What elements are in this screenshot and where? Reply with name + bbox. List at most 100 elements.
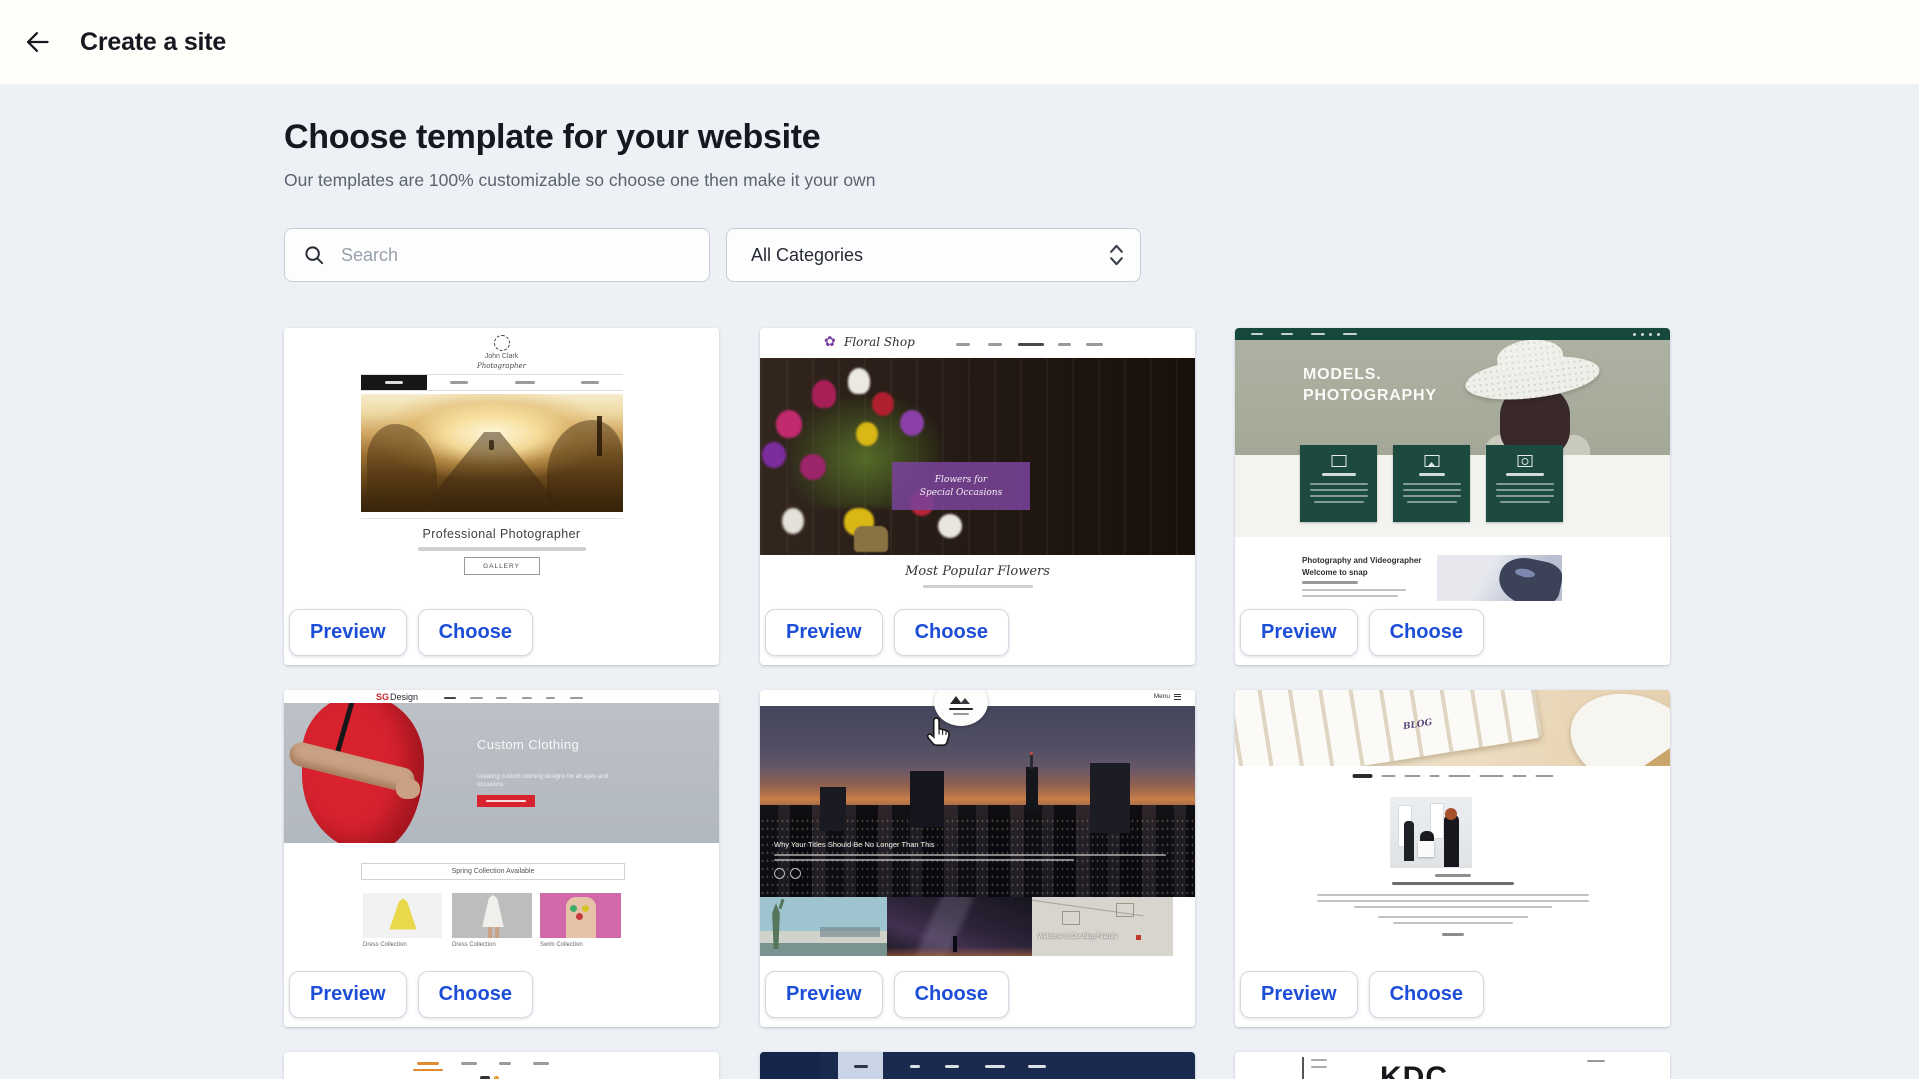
tile-text-placeholder (1496, 495, 1554, 497)
mountain-logo-icon (960, 698, 970, 704)
nav-label-placeholder (470, 697, 483, 699)
choose-button[interactable]: Choose (418, 971, 533, 1018)
card-actions: Preview Choose (284, 963, 719, 1027)
tulip-white (782, 508, 804, 534)
divider-line (1302, 1057, 1304, 1079)
create-site-page: Create a site Choose template for your w… (0, 0, 1919, 1079)
tile-text-placeholder (1403, 483, 1461, 485)
template-preview-floral[interactable]: ✿ Floral Shop (760, 328, 1195, 601)
template-preview-clothing[interactable]: SG Design Custom Clothing Creating custo… (284, 690, 719, 963)
divider (361, 518, 623, 519)
nav-label-placeholder-active (1352, 774, 1372, 778)
nav-label-placeholder (910, 1065, 920, 1068)
nav-label-placeholder (1311, 333, 1325, 335)
template-preview-partial-tabs[interactable] (284, 1052, 719, 1079)
read-link-placeholder (1442, 933, 1464, 936)
models-hero-image: MODELS. PHOTOGRAPHY (1235, 340, 1670, 455)
product-thumb-white-dress (452, 893, 532, 938)
social-icon (1649, 333, 1652, 336)
preview-button[interactable]: Preview (1240, 971, 1358, 1018)
skyline-strip (820, 927, 880, 937)
feature-tile-images (1393, 445, 1470, 522)
torch-arm-shape (779, 899, 785, 909)
tile-text-placeholder (1500, 501, 1550, 503)
template-preview-cityblog[interactable]: Menu Why Your Titles Should Be No Longer… (760, 690, 1195, 963)
card-actions: Preview Choose (1235, 601, 1670, 665)
thumb-caption: Dress Collection (363, 942, 407, 948)
tile-title-placeholder (1419, 473, 1445, 476)
text-placeholder (1302, 595, 1398, 597)
section-heading: Choose template for your website (284, 118, 820, 157)
preview-button[interactable]: Preview (765, 971, 883, 1018)
mini-nav (1235, 328, 1670, 340)
mouse-pad-shape (1558, 690, 1670, 766)
feature-tile-videography (1300, 445, 1377, 522)
template-preview-photographer[interactable]: John Clark Photographer Professional Pho… (284, 328, 719, 601)
template-preview-keyboardblog[interactable]: BLOG (1235, 690, 1670, 963)
category-selected-value: All Categories (751, 245, 863, 266)
mini-logo-role: Photographer (284, 362, 719, 370)
top-bar: Create a site (0, 0, 1919, 84)
sunset-field-hero-image (361, 394, 623, 512)
tile-title-placeholder (1506, 473, 1544, 476)
choose-button[interactable]: Choose (894, 971, 1009, 1018)
preview-button[interactable]: Preview (289, 609, 407, 656)
social-icon (1657, 333, 1660, 336)
camera-icon-lens (1521, 458, 1528, 465)
nav-label-placeholder (522, 697, 532, 699)
mini-banner: Spring Collection Available (361, 863, 625, 880)
template-preview-models[interactable]: MODELS. PHOTOGRAPHY (1235, 328, 1670, 601)
about-heading-1: Photography and Videographer (1302, 556, 1421, 565)
person-figure (1404, 821, 1414, 861)
bikini-dot (582, 905, 589, 912)
tab-label-placeholder (533, 1062, 549, 1065)
nav-label-placeholder (945, 1065, 959, 1068)
template-card-keyboardblog: BLOG (1235, 690, 1670, 1027)
text-placeholder (1311, 1059, 1327, 1061)
text-placeholder (1393, 922, 1513, 924)
search-input[interactable] (339, 244, 709, 267)
feature-tile-photography (1486, 445, 1563, 522)
text-placeholder (774, 854, 1166, 856)
lift-cabin (1062, 911, 1080, 925)
template-card-partial-kdc: KDC (1235, 1052, 1670, 1079)
text-placeholder (1317, 900, 1589, 902)
choose-button[interactable]: Choose (1369, 971, 1484, 1018)
category-select[interactable]: All Categories (726, 228, 1141, 282)
mini-logo-name: John Clark (284, 353, 719, 360)
card-actions: Preview Choose (760, 601, 1195, 665)
choose-button[interactable]: Choose (894, 609, 1009, 656)
face-shadow-shape (1495, 555, 1562, 601)
back-button[interactable] (18, 24, 54, 60)
nav-label-placeholder (956, 343, 970, 346)
template-preview-partial-kdc[interactable]: KDC (1235, 1052, 1670, 1079)
hero-cta-button (477, 795, 535, 807)
mini-nav (361, 374, 623, 391)
choose-button[interactable]: Choose (418, 609, 533, 656)
preview-button[interactable]: Preview (765, 609, 883, 656)
preview-button[interactable]: Preview (289, 971, 407, 1018)
mini-site-title: Professional Photographer (284, 527, 719, 541)
hand-shape (396, 779, 420, 799)
nav-label-placeholder (1535, 775, 1553, 778)
about-heading-2: Welcome to snap (1302, 568, 1368, 577)
navy-left-block (760, 1052, 820, 1079)
template-preview-partial-navy[interactable] (760, 1052, 1195, 1079)
fence-post (597, 416, 602, 456)
preview-button[interactable]: Preview (1240, 609, 1358, 656)
arrow-left-icon (21, 27, 51, 57)
template-card-floral: ✿ Floral Shop (760, 328, 1195, 665)
mini-brand: Floral Shop (844, 335, 915, 349)
choose-button[interactable]: Choose (1369, 609, 1484, 656)
mini-nav-item-active (361, 375, 427, 390)
thumb-caption: Dress Collection (452, 942, 496, 948)
nav-label-placeholder (1479, 775, 1503, 778)
bikini-dot (570, 905, 577, 912)
flower-logo-icon: ✿ (824, 333, 836, 350)
nav-label-placeholder (570, 697, 583, 699)
tulip-magenta (800, 454, 826, 480)
city-skyline-hero-image: Why Your Titles Should Be No Longer Than… (760, 706, 1195, 897)
template-card-partial-navy (760, 1052, 1195, 1079)
product-thumb-yellow-dress (363, 893, 442, 938)
nav-label-placeholder-active (1018, 343, 1044, 346)
